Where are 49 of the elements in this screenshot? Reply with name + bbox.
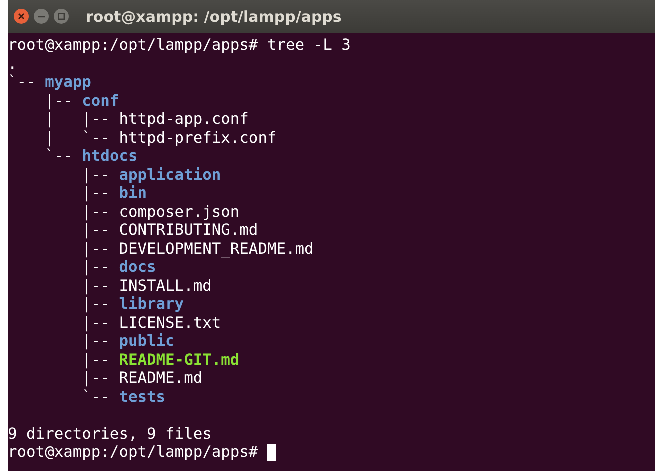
close-button[interactable] <box>14 9 29 24</box>
text-cursor <box>267 444 276 461</box>
directory-name: tests <box>119 388 166 406</box>
summary-text: 9 directories, 9 files <box>8 424 212 443</box>
file-name: DEVELOPMENT_README.md <box>119 240 314 258</box>
directory-name: application <box>119 166 222 184</box>
minimize-button[interactable] <box>34 9 49 24</box>
executable-file-name: README-GIT.md <box>119 350 240 369</box>
shell-prompt: root@xampp:/opt/lampp/apps# <box>8 443 258 462</box>
directory-name: myapp <box>45 73 92 92</box>
file-name: LICENSE.txt <box>119 314 222 332</box>
file-name: composer.json <box>119 202 240 221</box>
shell-prompt: root@xampp:/opt/lampp/apps# <box>8 36 258 54</box>
window-title: root@xampp: /opt/lampp/apps <box>86 8 342 26</box>
tree-branch: |-- <box>81 258 111 276</box>
directory-name: library <box>119 295 184 314</box>
tree-branch: | |-- <box>44 110 111 128</box>
file-name: httpd-app.conf <box>119 110 249 128</box>
tree-root: . <box>8 54 18 73</box>
tree-branch: |-- <box>81 221 111 240</box>
tree-branch: |-- <box>81 276 111 295</box>
tree-branch: `-- <box>44 147 74 166</box>
directory-name: docs <box>119 258 156 276</box>
maximize-button[interactable] <box>54 9 69 24</box>
minimize-icon <box>38 16 45 18</box>
tree-branch: |-- <box>81 350 111 369</box>
file-name: INSTALL.md <box>119 276 212 295</box>
directory-name: bin <box>119 184 148 202</box>
tree-branch: |-- <box>81 295 111 314</box>
file-name: httpd-prefix.conf <box>119 128 277 147</box>
directory-name: htdocs <box>82 147 138 166</box>
directory-name: public <box>119 332 175 350</box>
tree-branch: |-- <box>81 369 111 388</box>
tree-branch: |-- <box>81 184 111 202</box>
maximize-icon <box>58 13 65 20</box>
tree-branch: `-- <box>8 73 37 92</box>
file-name: README.md <box>119 369 203 388</box>
tree-branch: |-- <box>81 202 111 221</box>
tree-branch: | `-- <box>44 128 111 147</box>
tree-branch: |-- <box>81 166 111 184</box>
tree-branch: |-- <box>44 92 74 110</box>
tree-branch: `-- <box>81 388 111 406</box>
tree-branch: |-- <box>81 240 111 258</box>
file-name: CONTRIBUTING.md <box>119 221 258 240</box>
tree-branch: |-- <box>81 314 111 332</box>
tree-branch: |-- <box>81 332 111 350</box>
close-icon <box>18 13 25 20</box>
directory-name: conf <box>82 92 120 110</box>
command-text: tree -L 3 <box>266 36 351 54</box>
